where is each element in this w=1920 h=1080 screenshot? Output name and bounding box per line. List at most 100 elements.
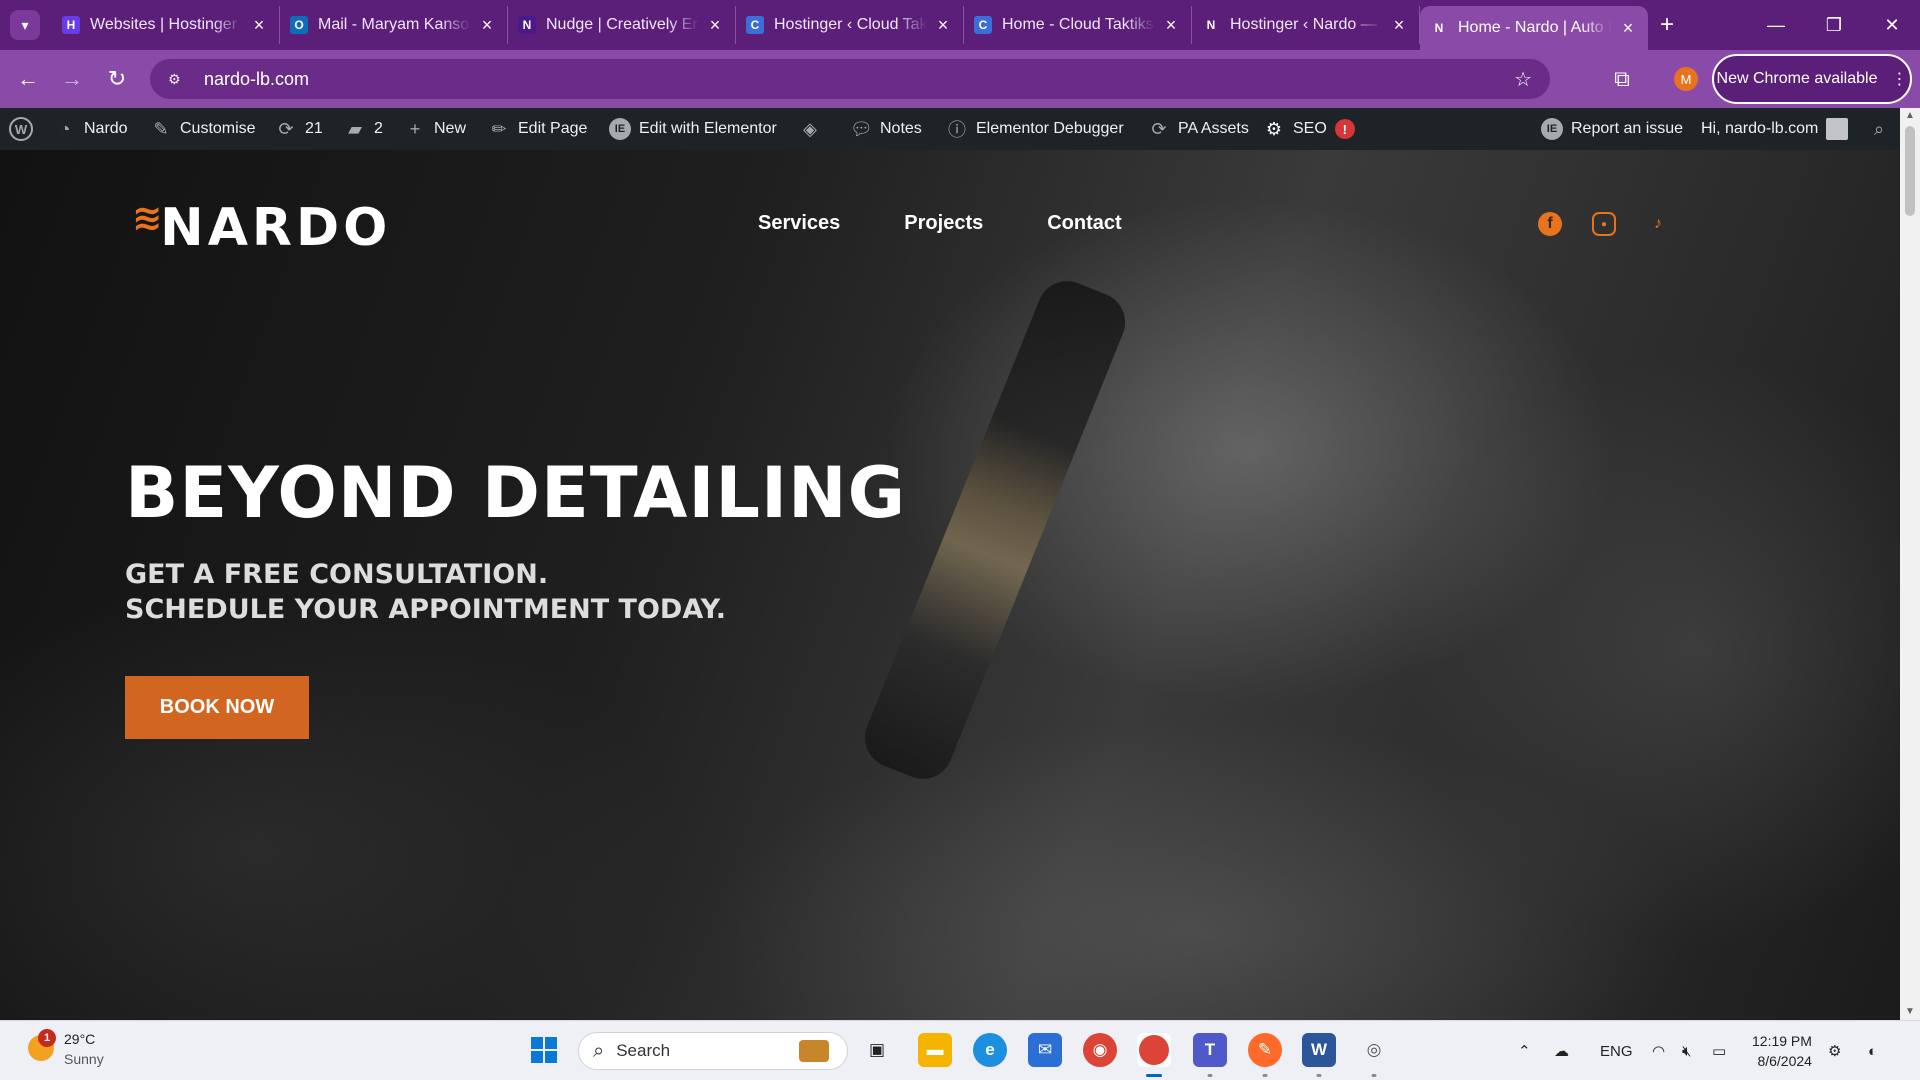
wp-report-issue[interactable]: IE Report an issue	[1541, 108, 1683, 150]
site-logo[interactable]: ≋ NARDO	[132, 197, 391, 259]
task-view-icon[interactable]: ▣	[860, 1033, 894, 1067]
updates-icon: ⟳	[278, 118, 294, 139]
tab-close-icon[interactable]: ×	[1389, 15, 1409, 36]
tab-favicon-icon: C	[746, 16, 764, 34]
plus-icon: +	[409, 118, 421, 139]
wp-debugger[interactable]: ⓘ Elementor Debugger	[946, 108, 1124, 150]
wp-site-name[interactable]: ◔ Nardo	[54, 108, 128, 150]
forward-button[interactable]: →	[54, 61, 90, 97]
briefcase-icon	[799, 1040, 829, 1062]
wp-customise[interactable]: ✎ Customise	[150, 108, 255, 150]
wp-diamond-menu[interactable]: ◈	[799, 108, 821, 150]
tiktok-icon[interactable]: ♪	[1646, 212, 1670, 236]
scroll-down-icon[interactable]: ▼	[1900, 1004, 1920, 1020]
wp-account[interactable]: Hi, nardo-lb.com	[1701, 108, 1849, 150]
chrome-icon[interactable]: ◉	[1083, 1033, 1117, 1067]
browser-toolbar: ← → ↻ ⚙ nardo-lb.com ☆ ⧉ M New Chrome av…	[0, 50, 1920, 108]
edge-icon[interactable]: e	[973, 1033, 1007, 1067]
instagram-icon[interactable]: ●	[1592, 212, 1616, 236]
tab-label: Home - Cloud Taktiks	[1002, 16, 1154, 33]
tab-close-icon[interactable]: ×	[933, 15, 953, 36]
tab-close-icon[interactable]: ×	[705, 15, 725, 36]
browser-tab[interactable]: O Mail - Maryam Kansou ×	[280, 6, 508, 44]
tab-close-icon[interactable]: ×	[477, 15, 497, 36]
profile-avatar[interactable]: M	[1674, 67, 1698, 91]
tab-favicon-icon: O	[290, 16, 308, 34]
browser-tab[interactable]: C Home - Cloud Taktiks ×	[964, 6, 1192, 44]
taskbar-search[interactable]: ⌕ Search	[578, 1032, 848, 1070]
nav-projects[interactable]: Projects	[904, 212, 983, 235]
wp-seo[interactable]: ⚙ SEO!	[1263, 108, 1355, 150]
address-text: nardo-lb.com	[204, 68, 310, 89]
tab-label: Websites | Hostinger	[90, 16, 238, 33]
close-window-button[interactable]: ✕	[1872, 10, 1912, 40]
browser-tab[interactable]: H Websites | Hostinger ×	[52, 6, 280, 44]
app-circle-icon[interactable]: ◎	[1357, 1033, 1391, 1077]
app-orange-icon[interactable]: ✎	[1248, 1033, 1282, 1077]
puzzle-icon: ⧉	[1614, 66, 1630, 91]
tray-overflow-icon[interactable]: ⌃	[1518, 1021, 1531, 1080]
wp-comments[interactable]: ▰ 2	[344, 108, 383, 150]
site-info-icon[interactable]: ⚙	[168, 71, 190, 88]
battery-icon[interactable]: ▭	[1712, 1021, 1726, 1080]
nav-services[interactable]: Services	[758, 212, 840, 235]
word-icon[interactable]: W	[1302, 1033, 1336, 1077]
chrome-update-button[interactable]: New Chrome available ⋮	[1712, 54, 1912, 104]
wp-updates[interactable]: ⟳ 21	[275, 108, 322, 150]
new-tab-button[interactable]: +	[1652, 10, 1682, 40]
mail-icon[interactable]: ✉	[1028, 1033, 1062, 1067]
book-now-button[interactable]: BOOK NOW	[125, 676, 309, 739]
user-avatar	[1826, 118, 1849, 140]
copilot-icon[interactable]: ◐	[1868, 1021, 1877, 1080]
browser-tab[interactable]: N Hostinger ‹ Nardo — WordPress ×	[1192, 6, 1420, 44]
extensions-button[interactable]: ⧉	[1604, 61, 1640, 97]
bookmark-star-icon[interactable]: ☆	[1514, 67, 1532, 92]
scroll-thumb[interactable]	[1905, 126, 1915, 216]
tab-search-button[interactable]: ▾	[10, 10, 40, 40]
clock-date: 8/6/2024	[1757, 1053, 1812, 1069]
weather-desc[interactable]: Sunny	[64, 1051, 104, 1067]
wp-pa-assets[interactable]: ⟳ PA Assets	[1148, 108, 1249, 150]
notifications-icon[interactable]: ⚙	[1828, 1021, 1841, 1080]
tab-close-icon[interactable]: ×	[249, 15, 269, 36]
tab-close-icon[interactable]: ×	[1618, 18, 1638, 39]
language-indicator[interactable]: ENG	[1600, 1021, 1633, 1080]
address-bar[interactable]: ⚙ nardo-lb.com ☆	[150, 59, 1550, 99]
profile-initial: M	[1680, 71, 1692, 87]
dashboard-icon: ◔	[59, 118, 71, 139]
greeting-label: Hi, nardo-lb.com	[1701, 120, 1819, 137]
nav-contact[interactable]: Contact	[1047, 212, 1121, 235]
wifi-icon[interactable]: ◠	[1652, 1021, 1665, 1080]
weather-temp[interactable]: 29°C	[64, 1031, 95, 1047]
wp-edit-elementor[interactable]: IE Edit with Elementor	[609, 108, 777, 150]
tab-label: Hostinger ‹ Nardo — WordPress	[1230, 16, 1383, 33]
wp-new[interactable]: + New	[404, 108, 466, 150]
scroll-up-icon[interactable]: ▲	[1900, 108, 1920, 124]
wp-notes[interactable]: 💬︎ Notes	[850, 108, 922, 150]
file-explorer-icon[interactable]: ▬	[918, 1033, 952, 1067]
clock[interactable]: 12:19 PM 8/6/2024	[1752, 1031, 1812, 1071]
refresh-icon: ⟳	[1151, 118, 1167, 139]
tab-label: Mail - Maryam Kansou	[318, 16, 471, 33]
onedrive-icon[interactable]: ☁	[1554, 1021, 1569, 1080]
browser-tab[interactable]: N Home - Nardo | Auto Detailing ×	[1420, 6, 1648, 50]
logo-wing-icon: ≋	[132, 197, 167, 239]
page-scrollbar[interactable]: ▲ ▼	[1900, 108, 1920, 1020]
teams-icon[interactable]: T	[1193, 1033, 1227, 1077]
info-icon: ⓘ	[948, 120, 966, 140]
wp-logo-menu[interactable]: W	[9, 108, 33, 150]
wp-search[interactable]: ⌕	[1868, 108, 1890, 150]
tab-close-icon[interactable]: ×	[1161, 15, 1181, 36]
minimize-button[interactable]: —	[1756, 10, 1796, 40]
wp-edit-page[interactable]: ✏ Edit Page	[488, 108, 587, 150]
chrome-active-icon[interactable]	[1137, 1033, 1171, 1077]
volume-muted-icon[interactable]: 🔇︎	[1682, 1021, 1691, 1080]
reload-button[interactable]: ↻	[99, 61, 135, 97]
back-button[interactable]: ←	[10, 61, 46, 97]
facebook-icon[interactable]: f	[1538, 212, 1562, 236]
start-button[interactable]	[527, 1033, 561, 1067]
browser-tab[interactable]: N Nudge | Creatively Engaging ×	[508, 6, 736, 44]
pa-assets-label: PA Assets	[1178, 120, 1249, 137]
restore-button[interactable]: ❐	[1814, 10, 1854, 40]
browser-tab[interactable]: C Hostinger ‹ Cloud Taktiks ×	[736, 6, 964, 44]
